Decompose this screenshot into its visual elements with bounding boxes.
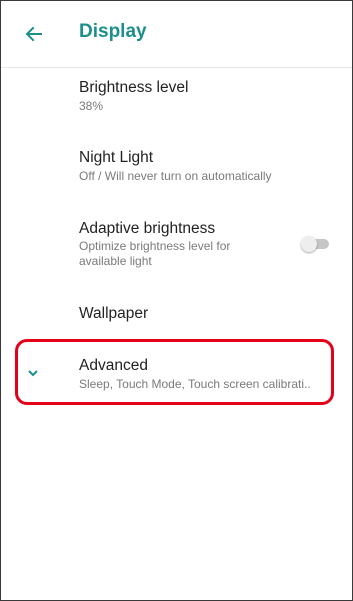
night-light-status: Off / Will never turn on automatically [79,169,272,183]
arrow-back-icon[interactable] [23,23,45,45]
brightness-level-title: Brightness level [79,79,189,96]
adaptive-brightness-title: Adaptive brightness [79,220,216,237]
wallpaper-title: Wallpaper [79,305,149,322]
highlight-outline [15,339,334,405]
adaptive-brightness-toggle[interactable] [301,236,331,252]
brightness-level-value: 38% [79,99,104,113]
adaptive-brightness-item[interactable]: Adaptive brightness Optimize brightness … [1,211,352,291]
screen: Display Brightness level 38% Night Light… [0,0,353,601]
night-light-title: Night Light [79,149,154,166]
app-bar: Display [1,1,352,68]
adaptive-brightness-desc-line2: available light [79,254,152,268]
night-light-item[interactable]: Night Light Off / Will never turn on aut… [1,137,352,203]
wallpaper-item[interactable]: Wallpaper [1,293,352,337]
adaptive-brightness-desc-line1: Optimize brightness level for [79,239,231,253]
toggle-thumb [301,236,317,252]
brightness-level-item[interactable]: Brightness level 38% [1,67,352,133]
page-title: Display [79,21,147,42]
